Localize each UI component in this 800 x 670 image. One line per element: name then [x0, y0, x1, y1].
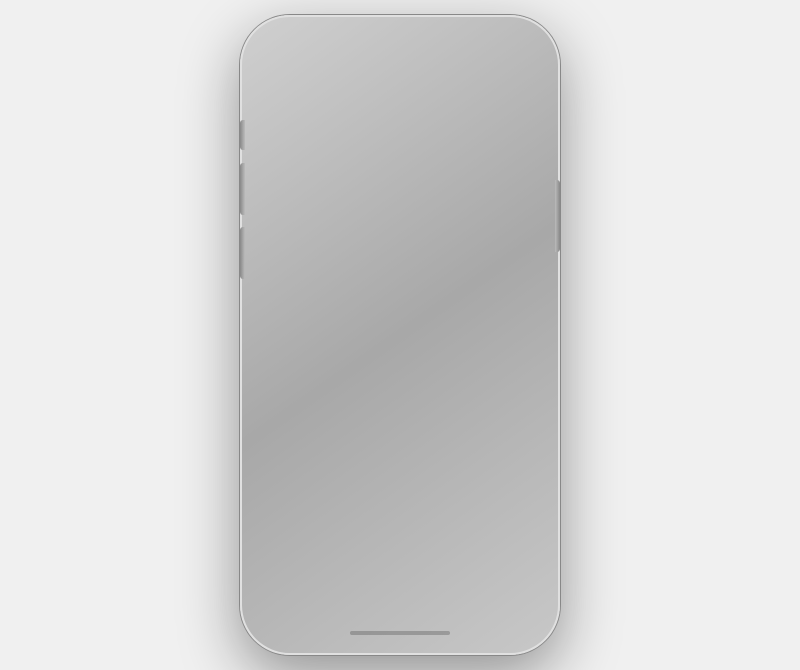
- card-home-eta[interactable]: 🏠 Home ETA Share how long it will take f…: [270, 351, 395, 469]
- battery-icon: [500, 50, 522, 61]
- morning-see-all[interactable]: See All: [490, 489, 530, 504]
- hero-title: Wonderful widget shortcuts: [412, 192, 518, 253]
- wifi-icon: ▲: [485, 50, 495, 61]
- shortcut-pill-call-mom: Call Mom: [278, 195, 317, 205]
- shortcuts-header: ✂ SHORTCUTS Show Less: [278, 175, 392, 191]
- search-bar[interactable]: 🔍 Search: [270, 123, 530, 153]
- notch: [335, 43, 465, 71]
- essentials-cards-row: 🏠 Home ETA Share how long it will take f…: [270, 351, 530, 469]
- shortcut-pill-send-photo: Send Last Photo: [278, 207, 335, 217]
- card-home-icon: 🏠: [282, 363, 310, 391]
- home-indicator: [350, 631, 450, 635]
- show-less-label: Show Less: [363, 180, 392, 186]
- shortcut-row-1: Call Mom How to Next Event: [278, 195, 392, 205]
- gallery-icon: ⊡: [458, 582, 475, 607]
- shortcut-pill-remind: Remind Me Later: [334, 231, 392, 241]
- phone-frame-wrapper: 9:41 ▲ Gallery 🔍 Search: [240, 15, 560, 655]
- shortcut-pill-next-event: How to Next Event: [320, 195, 382, 205]
- silent-switch-button: [240, 120, 245, 150]
- hero-right-panel: Wonderful widget shortcuts: [400, 167, 530, 279]
- library-icon: ⊞: [326, 582, 343, 607]
- scroll-area[interactable]: Gallery 🔍 Search ✂ SHORTCUTS: [254, 73, 546, 591]
- page-title: Gallery: [270, 81, 530, 113]
- shortcut-row-2: Send Last Photo Play Playlist: [278, 207, 392, 217]
- card-directions[interactable]: ★ Directions to Event Get directions to …: [405, 351, 530, 469]
- shortcut-pill-coffee: Find Coffee Shops: [278, 219, 339, 229]
- shortcut-pill-weight: Log My Weight: [278, 231, 331, 241]
- card-directions-icon: ★: [417, 363, 445, 391]
- essentials-section-header: Essentials See All: [270, 299, 530, 319]
- library-label: Library: [320, 609, 348, 619]
- tab-gallery[interactable]: ⊡ Gallery: [400, 582, 532, 619]
- shortcut-row-3: Find Coffee Shops Note to Self: [278, 219, 392, 229]
- shortcut-pill-play-playlist: Play Playlist: [338, 207, 384, 217]
- shortcut-pill-note: Note to Self: [342, 219, 387, 229]
- volume-up-button: [240, 163, 245, 215]
- essentials-title: Essentials: [270, 299, 354, 319]
- card-directions-desc: Get directions to calendar event.: [417, 431, 518, 457]
- power-button: [555, 180, 560, 252]
- morning-section-header: Morning Routine See All: [270, 489, 530, 509]
- hero-banner[interactable]: ✂ SHORTCUTS Show Less Call Mom: [270, 167, 530, 279]
- gallery-label: Gallery: [452, 609, 481, 619]
- essentials-see-all[interactable]: See All: [490, 299, 530, 314]
- tab-bar: ⊞ Library ⊡ Gallery: [268, 577, 532, 627]
- essentials-description: Shortcuts everyone should have in their …: [270, 323, 530, 339]
- search-placeholder-text: Search: [304, 130, 348, 146]
- status-time: 9:41: [278, 48, 304, 63]
- card-directions-title: Directions to Event: [417, 397, 518, 427]
- morning-description: Wake up with these shortcuts to start of…: [270, 513, 530, 544]
- shortcuts-label: SHORTCUTS: [298, 180, 342, 187]
- search-icon: 🔍: [282, 130, 298, 146]
- hero-shortcuts-panel: ✂ SHORTCUTS Show Less Call Mom: [270, 167, 400, 279]
- card-home-desc: Share how long it will take for you to g…: [282, 416, 383, 455]
- shortcuts-app-icon: ✂: [278, 175, 294, 191]
- card-home-title: Home ETA: [282, 397, 383, 412]
- signal-icon: [465, 50, 480, 60]
- phone-screen: 9:41 ▲ Gallery 🔍 Search: [254, 29, 546, 641]
- status-icons: ▲: [465, 50, 522, 61]
- shortcut-row-4: Log My Weight Remind Me Later: [278, 231, 392, 241]
- volume-down-button: [240, 227, 245, 279]
- morning-title: Morning Routine: [270, 489, 405, 509]
- tab-library[interactable]: ⊞ Library: [268, 582, 400, 619]
